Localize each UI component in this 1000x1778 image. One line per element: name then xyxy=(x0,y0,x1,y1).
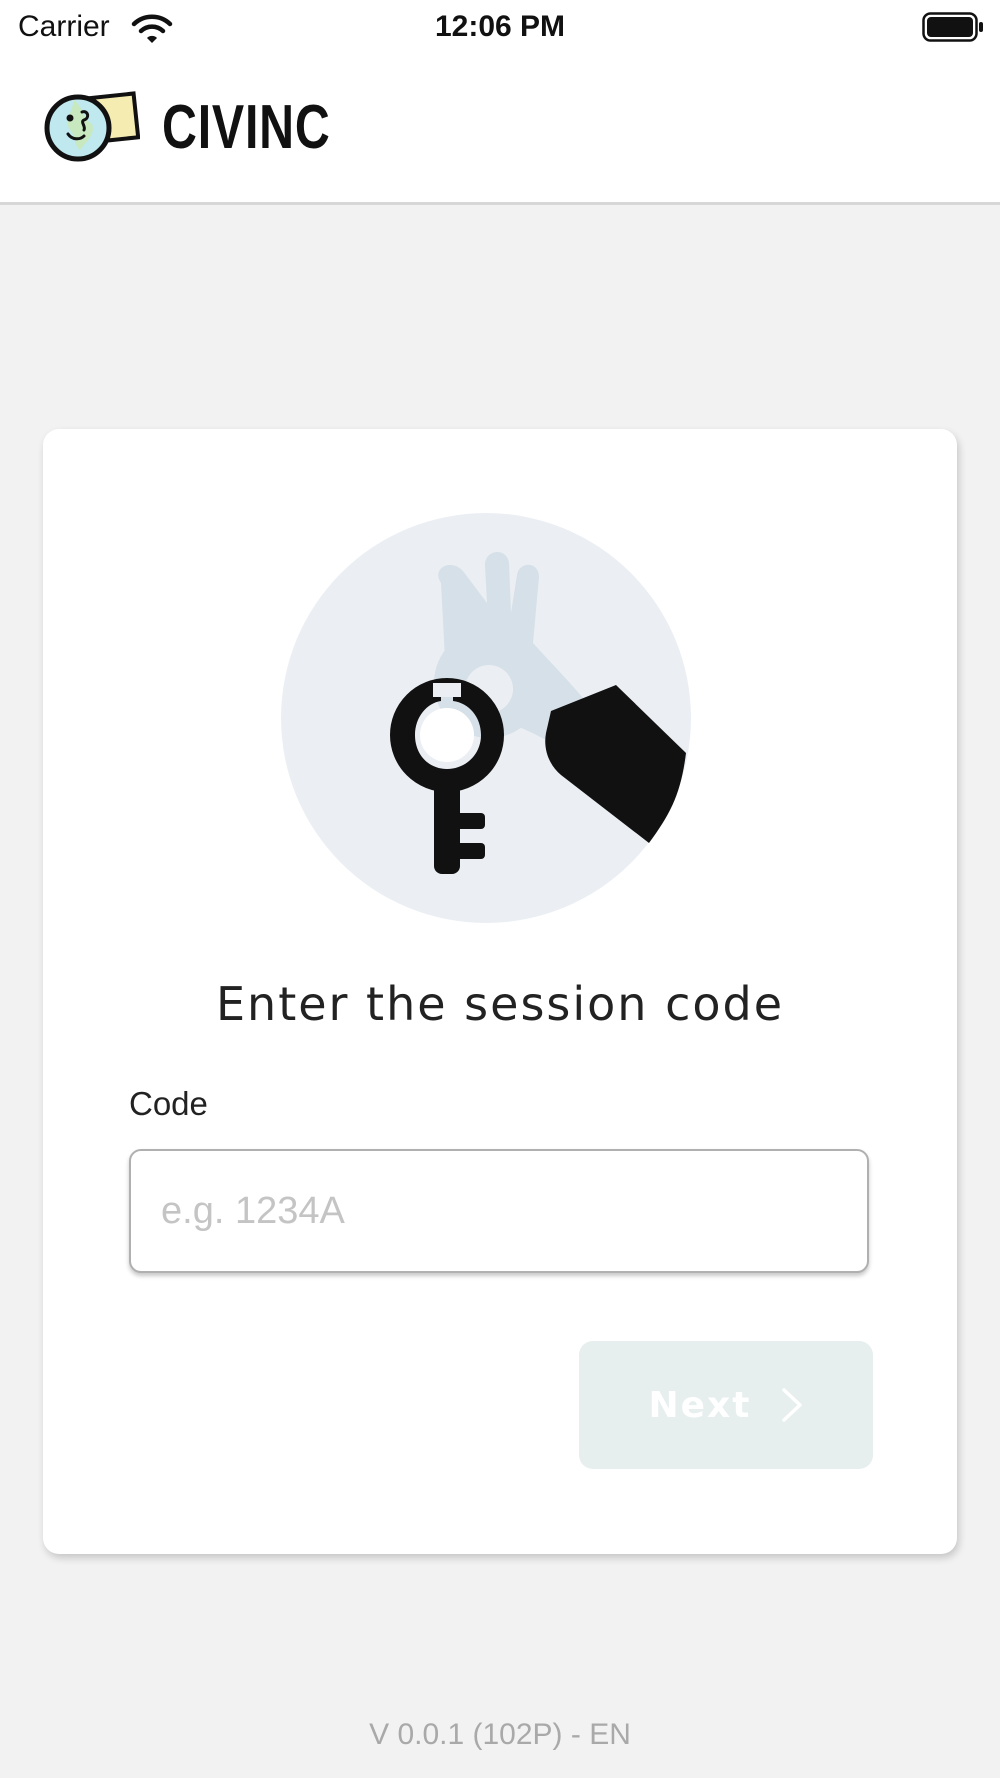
next-button-label: Next xyxy=(648,1384,752,1426)
next-button[interactable]: Next xyxy=(579,1341,873,1469)
session-code-input[interactable] xyxy=(129,1149,869,1273)
app-header: CIVINC xyxy=(0,56,1000,205)
status-bar: Carrier 12:06 PM xyxy=(0,0,1000,56)
status-time: 12:06 PM xyxy=(434,10,566,43)
chevron-right-icon xyxy=(782,1388,803,1422)
code-field-label: Code xyxy=(129,1085,208,1122)
session-code-card: Enter the session code Code Next xyxy=(43,429,957,1554)
app-version: V 0.0.1 (102P) - EN xyxy=(369,1718,631,1751)
brand-name: CIVINC xyxy=(162,93,331,162)
key-handover-illustration xyxy=(281,513,691,923)
battery-icon xyxy=(922,12,983,42)
civinc-logo-icon xyxy=(44,91,140,162)
card-title: Enter the session code xyxy=(215,977,785,1031)
